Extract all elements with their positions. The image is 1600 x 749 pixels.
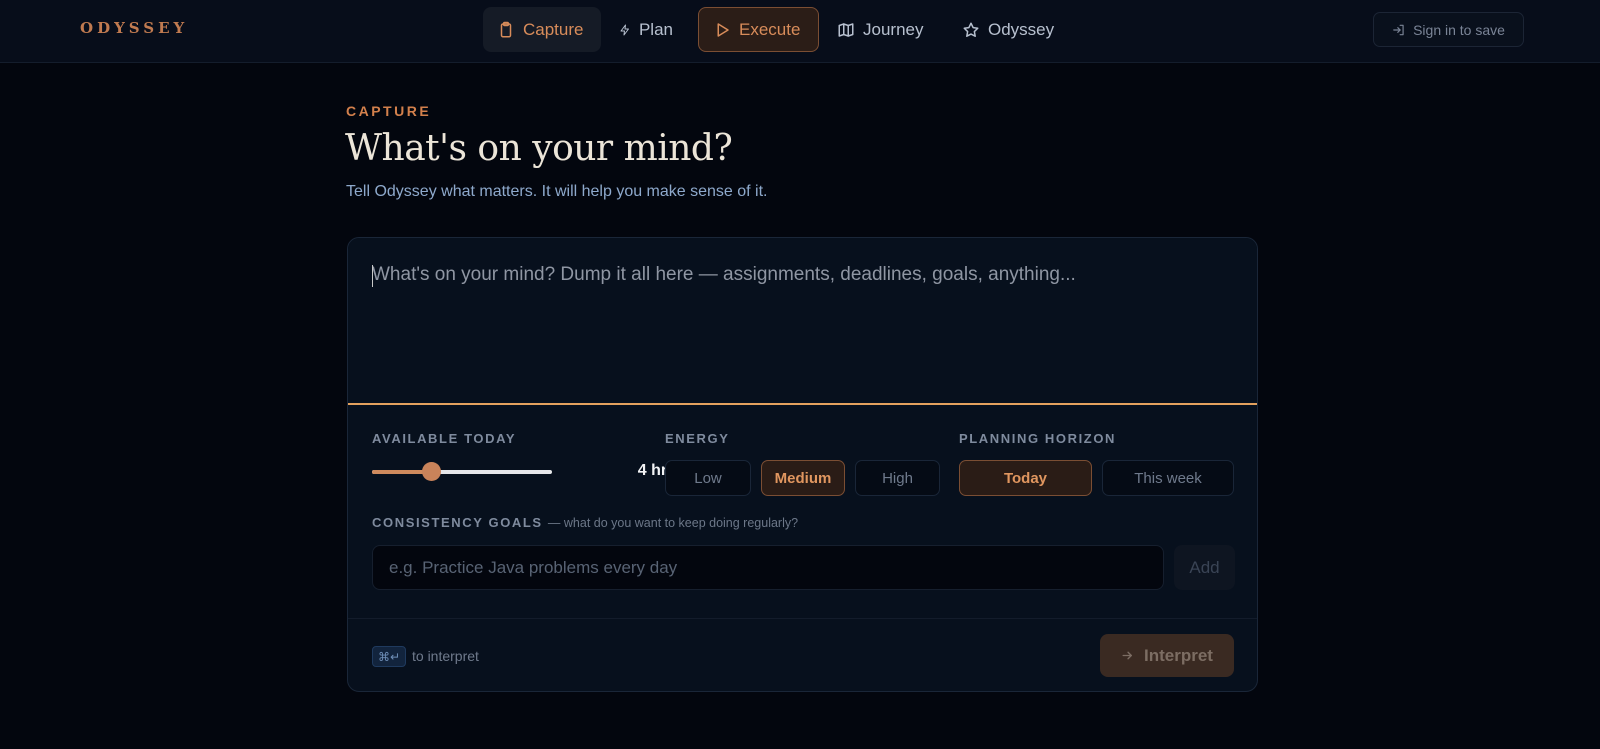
nav-item-execute[interactable]: Execute [698, 7, 819, 52]
consistency-goals-label: CONSISTENCY GOALS — what do you want to … [372, 515, 798, 530]
nav-label: Plan [638, 19, 673, 39]
interpret-button[interactable]: Interpret [1100, 634, 1234, 677]
top-nav-bar: ODYSSEY Capture Plan Execute Journey Ody… [0, 0, 1600, 63]
lightning-icon [620, 24, 629, 35]
text-caret [372, 265, 373, 287]
page-title: What's on your mind? [345, 128, 733, 169]
sign-in-icon [1393, 24, 1404, 35]
available-today-label: AVAILABLE TODAY [372, 431, 517, 446]
section-eyebrow: CAPTURE [346, 103, 432, 119]
energy-label: ENERGY [665, 431, 730, 446]
nav-label: Odyssey [988, 19, 1055, 39]
add-goal-button[interactable]: Add [1174, 545, 1235, 590]
brand-logo[interactable]: ODYSSEY [80, 19, 188, 37]
shortcut-hint: to interpret [412, 648, 479, 664]
arrow-right-icon [1122, 651, 1132, 660]
nav-label: Journey [863, 19, 924, 39]
clipboard-icon [500, 21, 512, 37]
map-icon [838, 22, 854, 37]
energy-option-high[interactable]: High [855, 460, 940, 496]
slider-thumb[interactable] [422, 462, 442, 481]
keyboard-shortcut-badge: ⌘↵ [372, 646, 406, 667]
available-hours-slider[interactable] [372, 462, 552, 481]
horizon-option-this-week[interactable]: This week [1102, 460, 1234, 496]
card-divider [348, 618, 1257, 619]
page-subtitle: Tell Odyssey what matters. It will help … [346, 183, 768, 200]
capture-card: AVAILABLE TODAY 4 hrs ENERGY Low Medium … [347, 237, 1258, 692]
nav-item-capture[interactable]: Capture [483, 7, 601, 52]
planning-horizon-label: PLANNING HORIZON [959, 431, 1117, 446]
nav-label: Capture [523, 19, 584, 39]
horizon-option-today[interactable]: Today [959, 460, 1092, 496]
energy-option-low[interactable]: Low [665, 460, 751, 496]
consistency-goals-title: CONSISTENCY GOALS [372, 515, 543, 530]
consistency-goals-note: — what do you want to keep doing regular… [547, 516, 799, 530]
brain-dump-textarea[interactable] [348, 238, 1257, 405]
sign-in-button[interactable]: Sign in to save [1373, 12, 1524, 47]
nav-item-plan[interactable]: Plan [605, 7, 687, 52]
energy-option-medium[interactable]: Medium [761, 460, 845, 496]
nav-item-journey[interactable]: Journey [823, 7, 943, 52]
nav-label: Execute [739, 19, 801, 39]
interpret-label: Interpret [1144, 645, 1213, 665]
consistency-goal-input[interactable] [372, 545, 1164, 590]
nav-item-odyssey[interactable]: Odyssey [948, 7, 1070, 52]
play-icon [717, 22, 729, 37]
star-icon [963, 22, 979, 37]
sign-in-label: Sign in to save [1413, 21, 1505, 38]
